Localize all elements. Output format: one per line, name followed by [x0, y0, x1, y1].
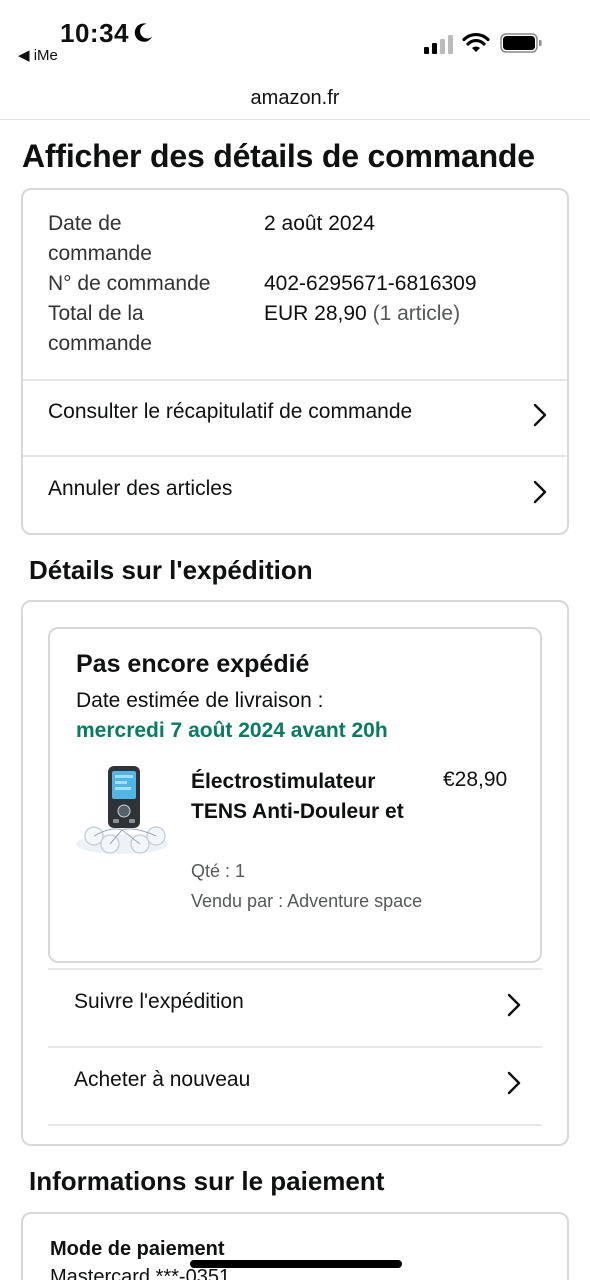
chevron-right-icon	[507, 993, 521, 1017]
moon-icon	[134, 23, 153, 42]
url-text: amazon.fr	[250, 87, 340, 109]
battery-icon	[500, 33, 542, 53]
buy-again-link[interactable]: Acheter à nouveau	[48, 1046, 542, 1122]
status-bar: 10:34 ◀ iMe	[0, 0, 590, 78]
order-number-value: 402-6295671-6816309	[264, 272, 477, 295]
order-date-label-line2: commande	[48, 242, 152, 265]
product-image[interactable]	[72, 764, 172, 860]
order-total-items: (1 article)	[372, 302, 461, 325]
cancel-items-label: Annuler des articles	[48, 477, 233, 500]
payment-method-value: Mastercard ***-0351	[50, 1266, 231, 1280]
order-date-value: 2 août 2024	[264, 212, 375, 235]
view-order-summary-link[interactable]: Consulter le récapitulatif de commande	[22, 378, 568, 454]
delivery-estimate-date: mercredi 7 août 2024 avant 20h	[76, 719, 388, 742]
payment-method-title: Mode de paiement	[50, 1238, 225, 1260]
product-quantity: Qté : 1	[191, 861, 246, 881]
order-total-label-line1: Total de la	[48, 302, 144, 325]
track-shipment-label: Suivre l'expédition	[74, 990, 244, 1013]
product-seller: Vendu par : Adventure space	[191, 891, 423, 911]
chevron-right-icon	[507, 1071, 521, 1095]
page: 10:34 ◀ iMe amazon.fr Afficher des détai…	[0, 0, 590, 1280]
divider	[48, 1124, 542, 1126]
cancel-items-link[interactable]: Annuler des articles	[22, 455, 568, 531]
order-total-value: EUR 28,90 (1 article)	[264, 299, 460, 329]
cellular-signal-icon	[424, 35, 453, 54]
wifi-icon	[462, 32, 490, 52]
order-number-label: N° de commande	[48, 272, 211, 295]
buy-again-label: Acheter à nouveau	[74, 1068, 251, 1091]
product-price: €28,90	[443, 768, 508, 791]
chevron-right-icon	[533, 403, 547, 427]
delivery-estimate-label: Date estimée de livraison :	[76, 689, 324, 712]
product-name-link[interactable]: Électrostimulateur TENS Anti-Douleur et	[191, 767, 421, 827]
payment-section-title: Informations sur le paiement	[29, 1166, 385, 1196]
browser-url-bar[interactable]: amazon.fr	[0, 78, 590, 120]
order-total-amount: EUR 28,90	[264, 302, 367, 325]
order-date-label-line1: Date de	[48, 212, 122, 235]
order-total-label-line2: commande	[48, 332, 152, 355]
shipment-status: Pas encore expédié	[76, 650, 310, 678]
page-title: Afficher des détails de commande	[22, 138, 535, 174]
home-indicator[interactable]	[190, 1260, 402, 1268]
chevron-right-icon	[533, 480, 547, 504]
shipment-section-title: Détails sur l'expédition	[29, 555, 313, 585]
status-time: 10:34	[60, 18, 129, 48]
view-order-summary-label: Consulter le récapitulatif de commande	[48, 400, 413, 423]
back-to-app-link[interactable]: ◀ iMe	[18, 46, 58, 64]
track-shipment-link[interactable]: Suivre l'expédition	[48, 968, 542, 1044]
